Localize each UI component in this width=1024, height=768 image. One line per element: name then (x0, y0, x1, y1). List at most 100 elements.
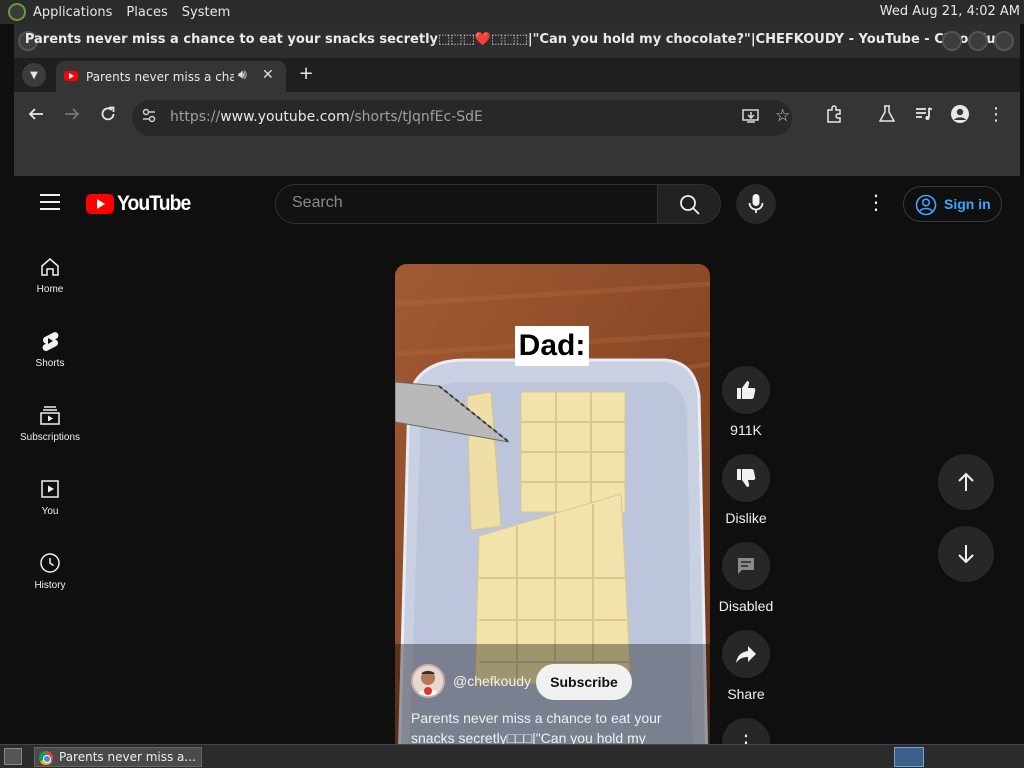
taskbar-window-title: Parents never miss a... (59, 750, 196, 764)
channel-avatar[interactable] (411, 664, 445, 698)
search-input[interactable] (292, 194, 632, 212)
youtube-page: YouTube ⋮ Sign in Home Shorts Subscripti… (14, 176, 1020, 744)
dislike-label: Dislike (725, 510, 767, 526)
shorts-icon (42, 332, 59, 351)
guide-item-you[interactable]: You (14, 472, 86, 538)
new-tab-button[interactable]: + (296, 64, 316, 84)
guide-item-home[interactable]: Home (14, 250, 86, 316)
back-button[interactable] (22, 100, 50, 128)
more-options-button[interactable]: ⋮ (722, 718, 770, 744)
search-icon (680, 195, 700, 215)
tab-youtube-short[interactable]: Parents never miss a chance 🔊︎ ✕ (56, 61, 286, 92)
search-button[interactable] (657, 184, 721, 224)
thumbs-up-icon (737, 381, 756, 399)
youtube-favicon-icon (64, 71, 78, 81)
voice-search-button[interactable] (736, 184, 776, 224)
short-video-player[interactable]: Dad: @chefkoudy Subscribe Parents never … (395, 264, 710, 744)
share-button[interactable] (722, 630, 770, 678)
youtube-logo[interactable]: YouTube (86, 192, 197, 216)
profile-icon[interactable] (946, 100, 974, 128)
url-path: /shorts/tJqnfEc-SdE (349, 109, 483, 125)
install-app-icon[interactable] (742, 108, 760, 128)
arrow-left-icon (28, 108, 43, 120)
settings-kebab-icon[interactable]: ⋮ (864, 190, 888, 218)
next-short-button[interactable] (938, 526, 994, 582)
media-controls-icon[interactable] (910, 100, 938, 128)
tab-search-button[interactable]: ▼ (22, 63, 46, 87)
subscribe-button[interactable]: Subscribe (536, 664, 632, 700)
speaker-icon[interactable]: 🔊︎ (238, 67, 247, 83)
url-scheme: https:// (170, 109, 221, 125)
guide-label-home: Home (36, 284, 64, 295)
guide-item-subscriptions[interactable]: Subscriptions (14, 398, 86, 464)
clock[interactable]: Wed Aug 21, 4:02 AM (880, 4, 1020, 19)
chevron-down-icon: ▼ (30, 69, 38, 81)
bookmark-star-icon[interactable]: ☆ (775, 106, 790, 126)
extensions-icon[interactable] (820, 100, 848, 128)
desktop-top-panel: Applications Places System Wed Aug 21, 4… (0, 0, 1024, 24)
browser-window: Parents never miss a chance to eat your … (14, 24, 1020, 744)
applications-menu[interactable]: Applications (26, 5, 119, 20)
comments-action: Disabled (714, 542, 778, 614)
guide-label-history: History (34, 580, 66, 591)
show-desktop-icon[interactable] (4, 748, 22, 765)
window-titlebar[interactable]: Parents never miss a chance to eat your … (14, 24, 1020, 58)
browser-toolbar: https://www.youtube.com/shorts/tJqnfEc-S… (14, 92, 1020, 176)
sign-in-label: Sign in (944, 196, 991, 212)
close-window-button[interactable] (994, 31, 1014, 51)
guide-label-you: You (41, 506, 59, 517)
system-menu[interactable]: System (175, 5, 237, 20)
history-icon (40, 553, 60, 573)
guide-label-subscriptions: Subscriptions (19, 432, 81, 443)
distro-logo-icon[interactable] (8, 3, 26, 21)
share-label: Share (727, 686, 765, 702)
url-host: www.youtube.com (220, 109, 350, 125)
reload-icon (101, 106, 115, 121)
site-info-icon[interactable] (142, 108, 156, 128)
tab-strip: ▼ Parents never miss a chance 🔊︎ ✕ + (14, 58, 1020, 92)
more-action: ⋮ (714, 718, 778, 744)
places-menu[interactable]: Places (119, 5, 174, 20)
home-icon (41, 258, 59, 276)
labs-flask-icon[interactable] (873, 100, 901, 128)
like-button[interactable] (722, 366, 770, 414)
you-icon (41, 480, 59, 498)
dislike-action: Dislike (714, 454, 778, 526)
forward-button[interactable] (58, 100, 86, 128)
reload-button[interactable] (94, 100, 122, 128)
workspace-switcher[interactable] (894, 747, 924, 767)
dislike-button[interactable] (722, 454, 770, 502)
guide-menu-icon[interactable] (40, 194, 60, 210)
arrow-right-icon (65, 108, 80, 120)
address-bar[interactable]: https://www.youtube.com/shorts/tJqnfEc-S… (132, 100, 792, 136)
sign-in-button[interactable]: Sign in (903, 186, 1002, 222)
maximize-button[interactable] (968, 31, 988, 51)
arrow-down-icon (958, 545, 974, 564)
window-title: Parents never miss a chance to eat your … (24, 32, 1010, 47)
chrome-menu-icon[interactable]: ⋮ (982, 100, 1010, 128)
comments-disabled-label: Disabled (718, 598, 774, 614)
short-caption[interactable]: Parents never miss a chance to eat your … (411, 708, 691, 744)
subscriptions-icon (40, 406, 60, 425)
channel-name[interactable]: @chefkoudy (453, 673, 531, 689)
guide-label-shorts: Shorts (35, 358, 65, 369)
previous-short-button[interactable] (938, 454, 994, 510)
like-count: 911K (730, 422, 762, 438)
close-tab-icon[interactable]: ✕ (262, 67, 274, 83)
guide-item-shorts[interactable]: Shorts (14, 324, 86, 390)
chromium-icon (39, 751, 53, 765)
microphone-icon (748, 194, 764, 213)
share-action: Share (714, 630, 778, 702)
tab-title: Parents never miss a chance (86, 70, 234, 84)
video-overlay-text: Dad: (515, 326, 589, 366)
youtube-logo-text: YouTube (117, 192, 191, 215)
search-box[interactable] (275, 184, 658, 224)
thumbs-down-icon (737, 469, 756, 487)
kebab-icon: ⋮ (736, 730, 756, 744)
comments-button[interactable] (722, 542, 770, 590)
taskbar-window-button[interactable]: Parents never miss a... (34, 747, 202, 767)
minimize-button[interactable] (942, 31, 962, 51)
guide-item-history[interactable]: History (14, 546, 86, 612)
like-action: 911K (714, 366, 778, 438)
url-text[interactable]: https://www.youtube.com/shorts/tJqnfEc-S… (170, 109, 483, 125)
